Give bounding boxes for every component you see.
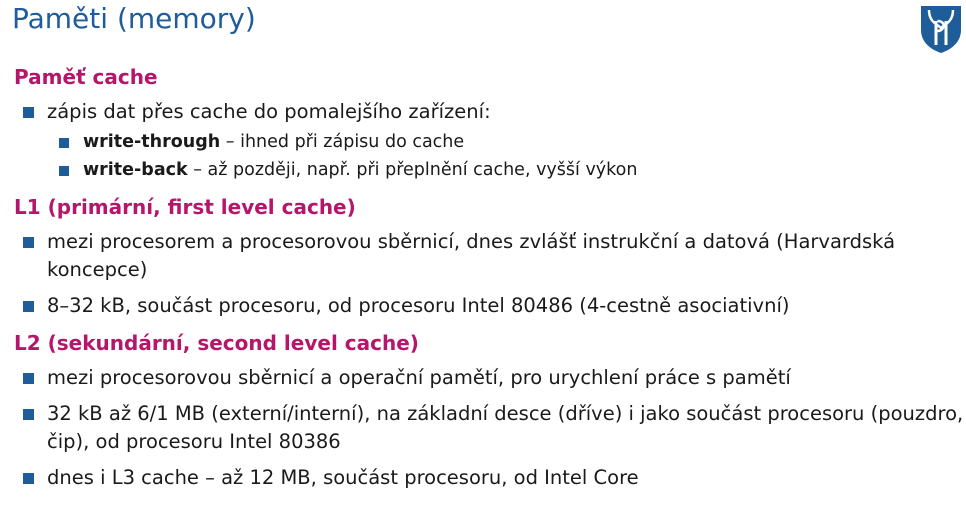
list-item: zápis dat přes cache do pomalejšího zaří… bbox=[14, 98, 964, 184]
list-item: 8–32 kB, součást procesoru, od procesoru… bbox=[14, 292, 964, 320]
list-item: mezi procesorovou sběrnicí a operační pa… bbox=[14, 364, 964, 392]
list-item-text: zápis dat přes cache do pomalejšího zaří… bbox=[47, 100, 491, 123]
bullet-list: mezi procesorovou sběrnicí a operační pa… bbox=[14, 364, 964, 492]
list-item: dnes i L3 cache – až 12 MB, součást proc… bbox=[14, 464, 964, 492]
section-cache: Paměť cache zápis dat přes cache do poma… bbox=[14, 62, 964, 184]
list-item-text: dnes i L3 cache – až 12 MB, součást proc… bbox=[47, 466, 639, 489]
section-heading: Paměť cache bbox=[14, 65, 158, 89]
sub-bullet-list: write-through – ihned při zápisu do cach… bbox=[47, 128, 964, 184]
list-item: mezi procesorem a procesorovou sběrnicí,… bbox=[14, 228, 964, 284]
section-heading: L2 (sekundární, second level cache) bbox=[14, 331, 419, 355]
bullet-list: zápis dat přes cache do pomalejšího zaří… bbox=[14, 98, 964, 184]
university-logo-icon bbox=[921, 6, 961, 53]
list-item-text: 32 kB až 6/1 MB (externí/interní), na zá… bbox=[47, 402, 964, 453]
list-item-text: mezi procesorovou sběrnicí a operační pa… bbox=[47, 366, 791, 389]
page-title: Paměti (memory) bbox=[12, 2, 256, 35]
section-l1: L1 (primární, first level cache) mezi pr… bbox=[14, 192, 964, 320]
sub-list-item: write-back – až později, např. při přepl… bbox=[47, 156, 964, 184]
slide-content: Paměť cache zápis dat přes cache do poma… bbox=[14, 62, 964, 500]
list-item-text: 8–32 kB, součást procesoru, od procesoru… bbox=[47, 294, 790, 317]
list-item: 32 kB až 6/1 MB (externí/interní), na zá… bbox=[14, 400, 964, 456]
section-heading: L1 (primární, first level cache) bbox=[14, 195, 356, 219]
term-label: write-through bbox=[83, 132, 221, 152]
sub-list-item-text: – až později, např. při přeplnění cache,… bbox=[187, 160, 638, 180]
sub-list-item: write-through – ihned při zápisu do cach… bbox=[47, 128, 964, 156]
sub-list-item-text: – ihned při zápisu do cache bbox=[220, 132, 465, 152]
list-item-text: mezi procesorem a procesorovou sběrnicí,… bbox=[47, 230, 896, 281]
section-l2: L2 (sekundární, second level cache) mezi… bbox=[14, 328, 964, 492]
bullet-list: mezi procesorem a procesorovou sběrnicí,… bbox=[14, 228, 964, 320]
term-label: write-back bbox=[83, 160, 188, 180]
